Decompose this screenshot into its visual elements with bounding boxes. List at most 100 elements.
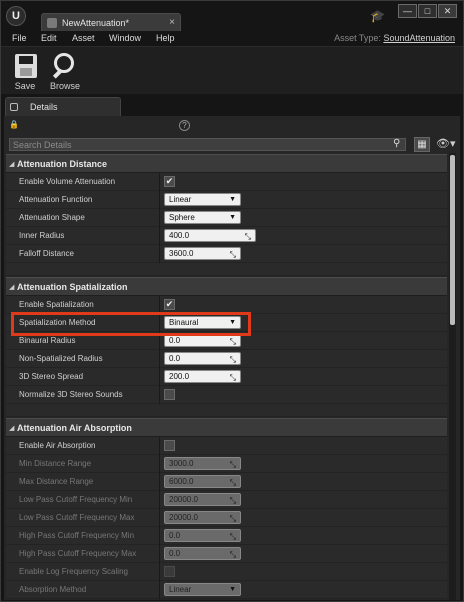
field-value: 0.0 (169, 354, 181, 363)
column-divider[interactable] (159, 491, 160, 509)
property-name: Binaural Radius (19, 336, 76, 345)
column-divider[interactable] (159, 563, 160, 581)
menu-help[interactable]: Help (156, 33, 175, 43)
asset-type-link[interactable]: SoundAttenuation (383, 33, 455, 43)
save-button[interactable]: Save (7, 52, 43, 92)
help-icon[interactable]: ? (179, 120, 190, 131)
checkbox-checked[interactable]: ✔ (164, 299, 175, 310)
maximize-button[interactable]: □ (418, 4, 437, 18)
menu-window[interactable]: Window (109, 33, 141, 43)
spin-arrows-icon: ⤡ (229, 550, 236, 559)
column-divider[interactable] (159, 437, 160, 455)
column-divider[interactable] (159, 386, 160, 404)
spin-arrows-icon: ⤡ (244, 232, 251, 241)
property-name: Attenuation Function (19, 195, 93, 204)
browse-label: Browse (49, 81, 80, 91)
checkbox-unchecked (164, 566, 175, 577)
spacer-row (6, 404, 447, 417)
category-title: Attenuation Spatialization (17, 282, 128, 292)
column-divider[interactable] (159, 581, 160, 599)
asset-tab-title: NewAttenuation* (62, 18, 130, 28)
spin-arrows-icon: ⤡ (229, 532, 236, 541)
menu-bar: File Edit Asset Window Help Asset Type: … (1, 31, 463, 46)
graduation-cap-icon[interactable]: 🎓 (370, 10, 385, 22)
column-divider[interactable] (159, 209, 160, 227)
checkbox-checked[interactable]: ✔ (164, 176, 175, 187)
tab-details[interactable]: Details (5, 97, 121, 116)
property-matrix-icon[interactable]: ▦ (414, 137, 430, 152)
non-spatialized-radius-field[interactable]: 0.0 ⤡ (164, 352, 241, 365)
column-divider[interactable] (159, 509, 160, 527)
column-divider[interactable] (159, 173, 160, 191)
falloff-distance-field[interactable]: 3600.0 ⤡ (164, 247, 241, 260)
spin-arrows-icon: ⤡ (229, 514, 236, 523)
tab-close-icon[interactable]: × (169, 17, 175, 28)
category-attenuation-spatialization[interactable]: ◢ Attenuation Spatialization (6, 277, 447, 296)
field-value: 6000.0 (169, 477, 194, 486)
minimize-button[interactable]: — (398, 4, 417, 18)
absorption-method-dropdown: Linear ▼ (164, 583, 241, 596)
menu-edit[interactable]: Edit (41, 33, 57, 43)
category-title: Attenuation Air Absorption (17, 423, 132, 433)
dropdown-value: Sphere (169, 213, 195, 222)
column-divider[interactable] (159, 527, 160, 545)
stereo-spread-field[interactable]: 200.0 ⤡ (164, 370, 241, 383)
asset-tab[interactable]: NewAttenuation* × (41, 13, 181, 32)
column-divider[interactable] (159, 350, 160, 368)
category-attenuation-distance[interactable]: ◢ Attenuation Distance (6, 154, 447, 173)
property-name: Falloff Distance (19, 249, 74, 258)
column-divider[interactable] (159, 455, 160, 473)
row-enable-air-absorption: Enable Air Absorption (6, 437, 447, 455)
chevron-down-icon: ▼ (229, 196, 236, 203)
close-button[interactable]: ✕ (438, 4, 457, 18)
property-name: Absorption Method (19, 585, 87, 594)
lock-icon[interactable]: 🔒 (9, 120, 19, 129)
row-low-pass-max: Low Pass Cutoff Frequency Max 20000.0 ⤡ (6, 509, 447, 527)
row-attenuation-function: Attenuation Function Linear ▼ (6, 191, 447, 209)
search-icon[interactable]: ⚲ (393, 139, 403, 149)
property-name: High Pass Cutoff Frequency Max (19, 549, 137, 558)
field-value: 200.0 (169, 372, 190, 381)
column-divider[interactable] (159, 545, 160, 563)
spin-arrows-icon: ⤡ (229, 478, 236, 487)
column-divider[interactable] (159, 245, 160, 263)
category-attenuation-air-absorption[interactable]: ◢ Attenuation Air Absorption (6, 418, 447, 437)
column-divider[interactable] (159, 227, 160, 245)
magnifier-handle (52, 69, 63, 79)
row-low-pass-min: Low Pass Cutoff Frequency Min 20000.0 ⤡ (6, 491, 447, 509)
view-options-icon[interactable]: 👁▾ (436, 138, 456, 150)
property-list: ◢ Attenuation Distance Enable Volume Att… (6, 154, 447, 600)
search-row: ⚲ ▦ 👁▾ (4, 136, 460, 153)
column-divider[interactable] (159, 191, 160, 209)
highlight-box (11, 312, 251, 336)
row-absorption-method: Absorption Method Linear ▼ (6, 581, 447, 599)
field-value: 0.0 (169, 336, 181, 345)
checkbox-unchecked[interactable] (164, 440, 175, 451)
row-high-pass-max: High Pass Cutoff Frequency Max 0.0 ⤡ (6, 545, 447, 563)
search-input[interactable] (9, 138, 406, 151)
row-inner-radius: Inner Radius 400.0 ⤡ (6, 227, 447, 245)
inner-radius-field[interactable]: 400.0 ⤡ (164, 229, 256, 242)
attenuation-function-dropdown[interactable]: Linear ▼ (164, 193, 241, 206)
vertical-scrollbar[interactable] (449, 153, 456, 600)
column-divider[interactable] (159, 473, 160, 491)
menu-asset[interactable]: Asset (72, 33, 95, 43)
collapse-arrow-icon: ◢ (9, 284, 15, 291)
menu-file[interactable]: File (12, 33, 27, 43)
field-value: 0.0 (169, 531, 181, 540)
scrollbar-thumb[interactable] (450, 155, 455, 325)
asset-type-label: Asset Type: (334, 33, 381, 43)
row-3d-stereo-spread: 3D Stereo Spread 200.0 ⤡ (6, 368, 447, 386)
attenuation-shape-dropdown[interactable]: Sphere ▼ (164, 211, 241, 224)
column-divider[interactable] (159, 368, 160, 386)
max-distance-range-field: 6000.0 ⤡ (164, 475, 241, 488)
toolbar: Save Browse (1, 46, 463, 94)
checkbox-unchecked[interactable] (164, 389, 175, 400)
property-name: Low Pass Cutoff Frequency Min (19, 495, 133, 504)
row-attenuation-shape: Attenuation Shape Sphere ▼ (6, 209, 447, 227)
browse-button[interactable]: Browse (47, 52, 83, 92)
chevron-down-icon: ▼ (229, 586, 236, 593)
spin-arrows-icon: ⤡ (229, 250, 236, 259)
panel-tab-bar: Details (1, 94, 463, 116)
high-pass-max-field: 0.0 ⤡ (164, 547, 241, 560)
